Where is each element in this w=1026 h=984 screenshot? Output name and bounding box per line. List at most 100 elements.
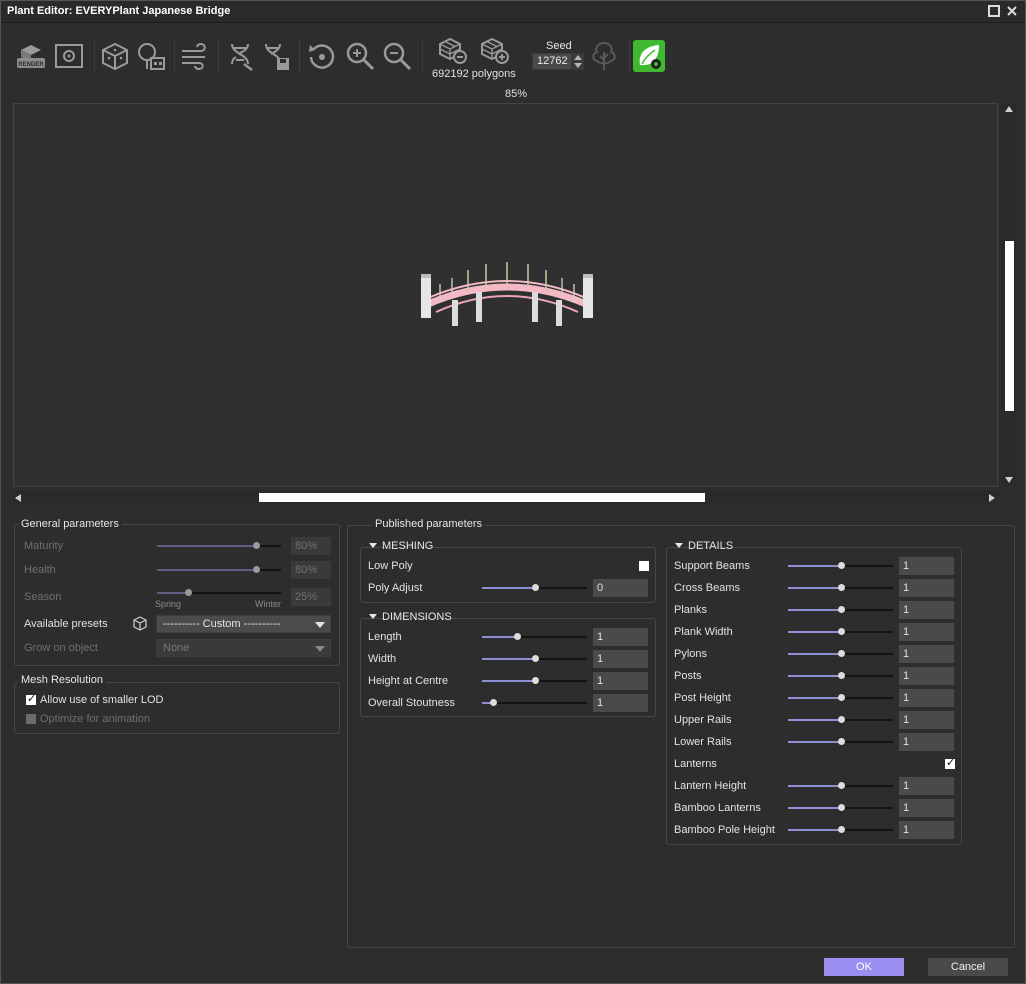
bamboo-lanterns-value[interactable]: 1 (899, 799, 954, 817)
plank-width-value[interactable]: 1 (899, 623, 954, 641)
lantern-height-slider[interactable] (788, 782, 893, 790)
vertical-scroll-thumb[interactable] (1005, 241, 1014, 411)
ok-button[interactable]: OK (824, 958, 904, 976)
pylons-value[interactable]: 1 (899, 645, 954, 663)
cross-beams-value[interactable]: 1 (899, 579, 954, 597)
zoom-out-icon[interactable] (380, 39, 414, 73)
optimize-animation-label: Optimize for animation (40, 713, 151, 725)
rotate-icon[interactable] (305, 39, 339, 73)
season-min-label: Spring (155, 599, 182, 609)
posts-value[interactable]: 1 (899, 667, 954, 685)
zoom-in-icon[interactable] (343, 39, 377, 73)
scroll-left-icon[interactable] (15, 494, 21, 502)
post-height-value[interactable]: 1 (899, 689, 954, 707)
dna-icon[interactable] (223, 39, 257, 73)
mesh-resolution-group (14, 682, 340, 734)
polygon-count: 692192 polygons (432, 68, 516, 80)
bamboo-pole-height-value[interactable]: 1 (899, 821, 954, 839)
posts-label: Posts (674, 670, 702, 682)
plant-editor-window: Plant Editor: EVERYPlant Japanese Bridge… (0, 0, 1026, 984)
support-beams-value[interactable]: 1 (899, 557, 954, 575)
checkmark-icon: ✓ (946, 757, 956, 769)
close-icon[interactable] (1005, 5, 1019, 19)
toolbar-divider (218, 39, 219, 71)
zoom-percent: 85% (505, 88, 528, 100)
planks-label: Planks (674, 604, 708, 616)
health-label: Health (24, 564, 56, 576)
lanterns-checkbox[interactable]: ✓ (945, 757, 956, 769)
viewport-vertical-scrollbar[interactable] (1001, 103, 1017, 487)
maturity-value: 80% (291, 537, 331, 555)
checkmark-icon: ✓ (27, 693, 37, 705)
post-height-label: Post Height (674, 692, 731, 704)
width-value[interactable]: 1 (593, 650, 648, 668)
building-icon[interactable] (134, 39, 168, 73)
upper-rails-value[interactable]: 1 (899, 711, 954, 729)
decrease-polygons-icon[interactable] (435, 33, 469, 67)
planks-value[interactable]: 1 (899, 601, 954, 619)
cross-beams-label: Cross Beams (674, 582, 741, 594)
post-height-slider[interactable] (788, 694, 893, 702)
cube-icon[interactable] (98, 39, 132, 73)
bamboo-pole-height-label: Bamboo Pole Height (674, 824, 775, 836)
poly-adjust-slider[interactable] (482, 584, 587, 592)
scroll-right-icon[interactable] (989, 494, 995, 502)
dna-save-icon[interactable] (259, 39, 293, 73)
pylons-label: Pylons (674, 648, 708, 660)
horizontal-scroll-thumb[interactable] (259, 493, 705, 502)
seed-input[interactable]: 12762 (532, 53, 572, 70)
plank-width-slider[interactable] (788, 628, 893, 636)
height-at-centre-value[interactable]: 1 (593, 672, 648, 690)
posts-slider[interactable] (788, 672, 893, 680)
3d-viewport[interactable] (13, 103, 998, 487)
lower-rails-slider[interactable] (788, 738, 893, 746)
low-poly-label: Low Poly (368, 560, 413, 572)
smaller-lod-checkbox[interactable]: ✓ (26, 693, 37, 705)
grow-on-object-label: Grow on object (24, 642, 98, 654)
details-header[interactable]: DETAILS (675, 540, 733, 552)
bamboo-lanterns-slider[interactable] (788, 804, 893, 812)
lantern-height-value[interactable]: 1 (899, 777, 954, 795)
seed-label: Seed (546, 40, 572, 52)
length-value[interactable]: 1 (593, 628, 648, 646)
low-poly-checkbox[interactable] (639, 561, 649, 571)
upper-rails-slider[interactable] (788, 716, 893, 724)
overall-stoutness-value[interactable]: 1 (593, 694, 648, 712)
seed-spinner[interactable] (572, 53, 584, 70)
cross-beams-slider[interactable] (788, 584, 893, 592)
lower-rails-value[interactable]: 1 (899, 733, 954, 751)
planks-slider[interactable] (788, 606, 893, 614)
wind-icon[interactable] (178, 39, 212, 73)
meshing-header[interactable]: MESHING (369, 540, 433, 552)
height-at-centre-slider[interactable] (482, 677, 587, 685)
viewport-horizontal-scrollbar[interactable] (13, 491, 998, 505)
general-parameters-title: General parameters (18, 518, 122, 530)
overall-stoutness-label: Overall Stoutness (368, 697, 455, 709)
bamboo-pole-height-slider[interactable] (788, 826, 893, 834)
height-at-centre-label: Height at Centre (368, 675, 449, 687)
scroll-down-icon[interactable] (1005, 477, 1013, 483)
toolbar-divider (422, 39, 423, 71)
leaf-settings-icon[interactable] (632, 39, 666, 73)
render-icon[interactable]: RENDER (14, 39, 48, 73)
cancel-button[interactable]: Cancel (928, 958, 1008, 976)
lanterns-label: Lanterns (674, 758, 717, 770)
poly-adjust-value[interactable]: 0 (593, 579, 648, 597)
toolbar-divider (629, 39, 630, 71)
presets-dropdown[interactable]: ---------- Custom ---------- (156, 615, 331, 633)
maximize-icon[interactable] (987, 5, 1001, 19)
increase-polygons-icon[interactable] (477, 33, 511, 67)
tree-icon[interactable] (587, 39, 621, 73)
pylons-slider[interactable] (788, 650, 893, 658)
width-slider[interactable] (482, 655, 587, 663)
bridge-preview (421, 262, 593, 326)
plank-width-label: Plank Width (674, 626, 733, 638)
length-slider[interactable] (482, 633, 587, 641)
overall-stoutness-slider[interactable] (482, 699, 587, 707)
preset-cube-icon[interactable] (133, 616, 147, 631)
presets-dropdown-value: ---------- Custom ---------- (163, 618, 281, 630)
dimensions-header[interactable]: DIMENSIONS (369, 611, 452, 623)
support-beams-slider[interactable] (788, 562, 893, 570)
scroll-up-icon[interactable] (1005, 106, 1013, 112)
settings-icon[interactable] (52, 39, 86, 73)
